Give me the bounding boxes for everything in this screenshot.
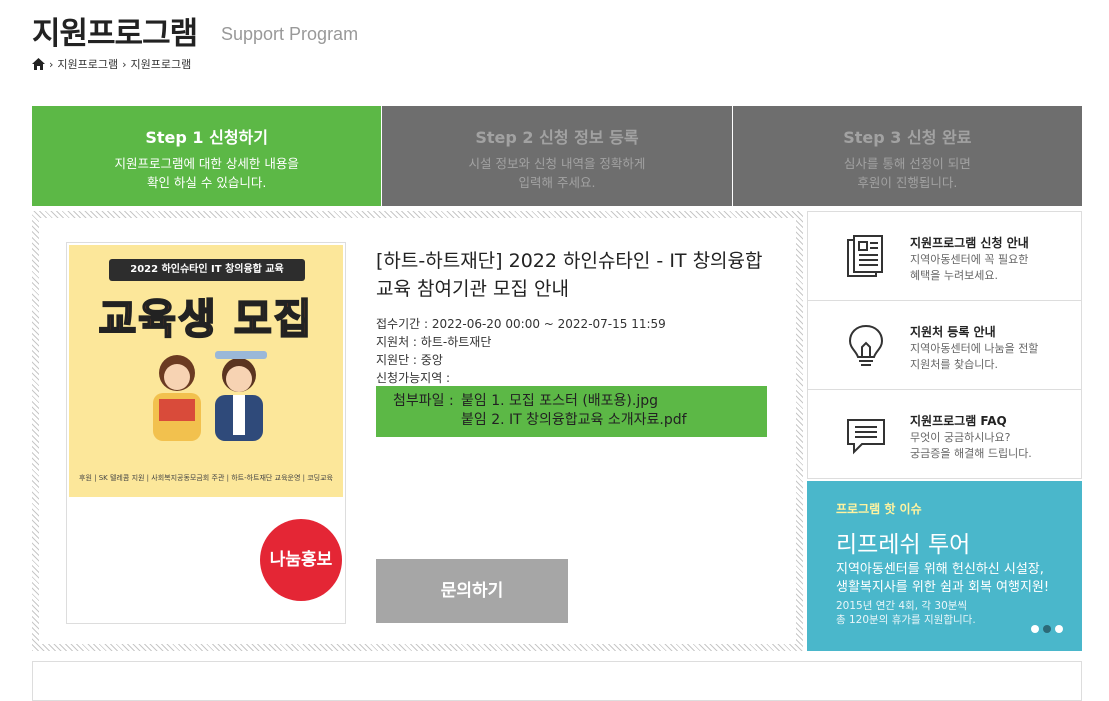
poster-headline: 교육생 모집 (98, 294, 314, 344)
step-bar: Step 1 신청하기 지원프로그램에 대한 상세한 내용을 확인 하실 수 있… (32, 106, 1082, 206)
step-title: Step 1 신청하기 (145, 128, 268, 147)
poster-footer-item: 지원 | 사회복지공동모금회 (131, 474, 210, 482)
page-subtitle: Support Program (221, 24, 359, 44)
step-1: Step 1 신청하기 지원프로그램에 대한 상세한 내용을 확인 하실 수 있… (32, 106, 383, 206)
poster-footer-item: 후원 | SK 텔레콤 (79, 474, 130, 482)
sponsor: 지원처 : 하트-하트재단 (376, 335, 492, 349)
poster-image[interactable]: 2022 하인슈타인 IT 창의융합 교육 교육생 모집 후원 | SK 텔레콤… (69, 245, 343, 497)
step-desc-line: 후원이 진행됩니다. (857, 175, 958, 190)
step-desc: 심사를 통해 선정이 되면 후원이 진행됩니다. (733, 154, 1082, 192)
sidebar-item-desc: 무엇이 궁금하시나요? 궁금증을 해결해 드립니다. (910, 430, 1032, 462)
poster-footer-item: 교육운영 | 코딩교육 (274, 474, 333, 482)
sidebar-desc-line: 지역아동센터에 나눔을 전할 (910, 342, 1039, 355)
sidebar-item-desc: 지역아동센터에 나눔을 전할 지원처를 찾습니다. (910, 341, 1038, 373)
inquiry-button[interactable]: 문의하기 (376, 559, 568, 623)
promo-text-line: 지역아동센터를 위해 헌신하신 시설장, (836, 562, 1044, 577)
post-meta: 접수기간 : 2022-06-20 00:00 ~ 2022-07-15 11:… (376, 315, 666, 387)
step-desc-line: 지원프로그램에 대한 상세한 내용을 (114, 156, 299, 171)
step-desc-line: 시설 정보와 신청 내역을 정확하게 (468, 156, 646, 171)
step-desc-line: 심사를 통해 선정이 되면 (843, 156, 971, 171)
carousel-dots (1031, 625, 1063, 633)
sidebar-item-faq[interactable]: 지원프로그램 FAQ 무엇이 궁금하시나요? 궁금증을 해결해 드립니다. (807, 389, 1082, 479)
poster-footer: 후원 | SK 텔레콤 지원 | 사회복지공동모금회 주관 | 하트-하트재단 … (79, 473, 333, 483)
step-title: Step 2 신청 정보 등록 (475, 128, 639, 147)
carousel-dot-active[interactable] (1043, 625, 1051, 633)
sidebar-desc-line: 지역아동센터에 꼭 필요한 (910, 253, 1029, 266)
page-title: 지원프로그램 (32, 16, 198, 52)
promo-title: 리프레쉬 투어 (836, 532, 971, 558)
attachment-link[interactable]: 붙임 1. 모집 포스터 (배포용).jpg (461, 392, 658, 411)
step-desc-line: 확인 하실 수 있습니다. (146, 175, 267, 190)
step-title: Step 3 신청 완료 (843, 128, 972, 147)
bottom-content-box (32, 661, 1082, 701)
promo-text: 지역아동센터를 위해 헌신하신 시설장, 생활복지사를 위한 쉼과 회복 여행지… (836, 561, 1049, 597)
step-3: Step 3 신청 완료 심사를 통해 선정이 되면 후원이 진행됩니다. (732, 106, 1082, 206)
promo-text-line: 생활복지사를 위한 쉼과 회복 여행지원! (836, 580, 1050, 595)
sidebar-item-title: 지원처 등록 안내 (910, 325, 996, 339)
promo-small: 2015년 연간 4회, 각 30분씩 총 120분의 휴가를 지원합니다. (836, 599, 976, 627)
poster-footer-item: 주관 | 하트-하트재단 (211, 474, 273, 482)
chevron-right-icon: › (122, 57, 127, 71)
attachment-label: 첨부파일 : (393, 393, 454, 409)
sidebar-item-title: 지원프로그램 신청 안내 (910, 236, 1029, 250)
sidebar-desc-line: 무엇이 궁금하시나요? (910, 431, 1011, 444)
hot-issue-banner[interactable]: 프로그램 핫 이슈 리프레쉬 투어 지역아동센터를 위해 헌신하신 시설장, 생… (807, 481, 1082, 651)
chevron-right-icon: › (49, 57, 54, 71)
sharing-promo-badge: 나눔홍보 (260, 519, 342, 601)
sidebar-item-desc: 지역아동센터에 꼭 필요한 혜택을 누려보세요. (910, 252, 1028, 284)
step-desc-line: 입력해 주세요. (518, 175, 596, 190)
carousel-dot[interactable] (1055, 625, 1063, 633)
breadcrumb-item[interactable]: 지원프로그램 (131, 56, 192, 72)
step-2: Step 2 신청 정보 등록 시설 정보와 신청 내역을 정확하게 입력해 주… (382, 106, 733, 206)
promo-small-line: 2015년 연간 4회, 각 30분씩 (836, 600, 968, 612)
attachments-box: 첨부파일 : 붙임 1. 모집 포스터 (배포용).jpg 붙임 2. IT 창… (376, 386, 767, 437)
chat-icon (847, 419, 885, 455)
attachment-label-spacer (393, 411, 461, 430)
promo-kicker: 프로그램 핫 이슈 (836, 502, 922, 516)
program-detail-box: 2022 하인슈타인 IT 창의융합 교육 교육생 모집 후원 | SK 텔레콤… (32, 211, 803, 651)
breadcrumb-item[interactable]: 지원프로그램 (57, 56, 118, 72)
support-unit: 지원단 : 중앙 (376, 353, 443, 367)
carousel-dot[interactable] (1031, 625, 1039, 633)
poster-frame: 2022 하인슈타인 IT 창의융합 교육 교육생 모집 후원 | SK 텔레콤… (66, 242, 346, 624)
attachment-row: 첨부파일 : 붙임 1. 모집 포스터 (배포용).jpg (393, 392, 767, 411)
poster-tag: 2022 하인슈타인 IT 창의융합 교육 (109, 259, 305, 281)
post-title: [하트-하트재단] 2022 하인슈타인 - IT 창의융합 교육 참여기관 모… (376, 250, 763, 300)
program-detail-inner: 2022 하인슈타인 IT 창의융합 교육 교육생 모집 후원 | SK 텔레콤… (39, 218, 796, 644)
sidebar-item-title: 지원프로그램 FAQ (910, 414, 1007, 428)
students-illustration (153, 351, 267, 441)
sidebar-item-application-guide[interactable]: 지원프로그램 신청 안내 지역아동센터에 꼭 필요한 혜택을 누려보세요. (807, 211, 1082, 300)
lightbulb-icon (848, 324, 884, 366)
attachment-link[interactable]: 붙임 2. IT 창의융합교육 소개자료.pdf (461, 411, 687, 430)
step-desc: 시설 정보와 신청 내역을 정확하게 입력해 주세요. (382, 154, 731, 192)
sidebar-desc-line: 궁금증을 해결해 드립니다. (910, 447, 1032, 460)
document-icon (847, 235, 883, 277)
breadcrumb: › 지원프로그램 › 지원프로그램 (32, 56, 191, 72)
attachment-row: 붙임 2. IT 창의융합교육 소개자료.pdf (393, 411, 767, 430)
sidebar: 지원프로그램 신청 안내 지역아동센터에 꼭 필요한 혜택을 누려보세요. 지원… (807, 211, 1082, 479)
application-period: 접수기간 : 2022-06-20 00:00 ~ 2022-07-15 11:… (376, 317, 666, 331)
sidebar-desc-line: 지원처를 찾습니다. (910, 358, 998, 371)
step-desc: 지원프로그램에 대한 상세한 내용을 확인 하실 수 있습니다. (32, 154, 381, 192)
sidebar-item-sponsor-registration[interactable]: 지원처 등록 안내 지역아동센터에 나눔을 전할 지원처를 찾습니다. (807, 300, 1082, 389)
sidebar-desc-line: 혜택을 누려보세요. (910, 269, 998, 282)
eligible-region: 신청가능지역 : (376, 371, 451, 385)
home-icon[interactable] (32, 58, 45, 70)
promo-small-line: 총 120분의 휴가를 지원합니다. (836, 614, 976, 626)
